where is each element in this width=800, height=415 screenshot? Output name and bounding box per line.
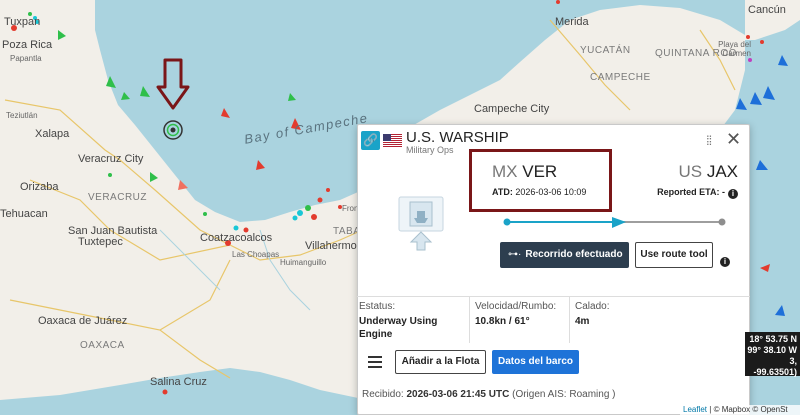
vessel-marker — [326, 188, 330, 192]
coordinate-latitude: 18° 53.75 N — [749, 334, 797, 344]
coordinate-longitude: 99° 38.10 W — [747, 345, 797, 355]
vessel-marker — [28, 12, 32, 16]
past-track-button[interactable]: ⊶· Recorrido efectuado — [500, 242, 629, 268]
stat-divider — [569, 297, 570, 343]
vessel-marker — [311, 214, 317, 220]
vessel-marker — [11, 25, 17, 31]
status-label: Estatus: — [359, 301, 396, 312]
vessel-details-button[interactable]: Datos del barco — [492, 350, 579, 374]
route-tool-button[interactable]: Use route tool — [635, 242, 713, 268]
vessel-position-arrow-icon — [612, 217, 626, 228]
link-icon[interactable]: 🔗 — [361, 131, 380, 150]
vessel-marker — [297, 210, 303, 216]
received-label: Recibido: — [362, 389, 404, 400]
destination-port[interactable]: US JAX — [678, 162, 738, 182]
vessel-marker — [225, 240, 231, 246]
info-icon[interactable]: i — [728, 189, 738, 199]
vessel-stats: Estatus: Underway Using Engine Velocidad… — [357, 296, 750, 343]
draught-block: Calado: 4m — [575, 301, 655, 351]
coordinate-decimal: 3, -99.63501) — [753, 356, 797, 377]
map-attribution: Leaflet | © Mapbox © OpenSt — [680, 405, 800, 415]
route-track-icon: ⊶· — [508, 249, 522, 260]
vessel-marker — [760, 40, 764, 44]
destination-country-code: US — [678, 162, 703, 181]
vessel-marker — [305, 205, 311, 211]
destination-port-code: JAX — [706, 162, 738, 181]
draught-value: 4m — [575, 316, 590, 327]
vessel-marker — [233, 225, 239, 231]
route-progress-markers — [503, 217, 726, 228]
draught-label: Calado: — [575, 301, 610, 312]
route-end-dot — [718, 218, 726, 226]
hamburger-menu-icon[interactable] — [368, 356, 382, 368]
status-block: Estatus: Underway Using Engine — [359, 301, 469, 351]
vessel-marker — [556, 0, 560, 4]
received-timestamp: Recibido: 2026-03-06 21:45 UTC (Origen A… — [362, 389, 615, 400]
vessel-marker — [292, 215, 298, 221]
reported-eta: Reported ETA: -i — [657, 187, 738, 199]
vessel-marker — [317, 197, 323, 203]
received-origin: (Origen AIS: Roaming ) — [512, 389, 616, 400]
close-icon[interactable]: ✕ — [726, 129, 741, 150]
mapbox-attribution: © Mapbox © OpenSt — [713, 405, 788, 414]
route-info-icon[interactable]: i — [717, 250, 730, 268]
vessel-marker — [33, 16, 37, 20]
speed-course-value: 10.8kn / 61° — [475, 316, 530, 327]
leaflet-link[interactable]: Leaflet — [683, 405, 707, 414]
eta-label: Reported ETA: - — [657, 187, 725, 197]
annotation-highlight-box — [469, 149, 612, 212]
add-to-fleet-button[interactable]: Añadir a la Flota — [395, 350, 486, 374]
speed-course-label: Velocidad/Rumbo: — [475, 301, 557, 312]
vessel-name: U.S. WARSHIP — [406, 129, 509, 146]
vessel-marker — [338, 205, 342, 209]
route-start-dot — [503, 218, 511, 226]
drag-handle-icon[interactable]: ⁞⁞ — [706, 133, 712, 148]
vessel-type: Military Ops — [406, 145, 454, 155]
vessel-marker — [162, 389, 168, 395]
stat-divider — [469, 297, 470, 343]
vessel-marker — [108, 173, 112, 177]
received-value: 2026-03-06 21:45 UTC — [406, 389, 510, 400]
speed-course-block: Velocidad/Rumbo: 10.8kn / 61° — [475, 301, 575, 351]
us-flag-icon — [383, 134, 402, 147]
vessel-marker — [748, 58, 752, 62]
vessel-marker — [243, 227, 249, 233]
status-value: Underway Using Engine — [359, 316, 438, 340]
past-track-label: Recorrido efectuado — [525, 249, 623, 260]
cursor-coordinates: 18° 53.75 N 99° 38.10 W 3, -99.63501) — [745, 332, 800, 377]
vessel-marker — [35, 20, 39, 24]
vessel-photo-placeholder-icon[interactable] — [398, 196, 444, 251]
vessel-marker — [203, 212, 207, 216]
vessel-marker — [746, 35, 750, 39]
